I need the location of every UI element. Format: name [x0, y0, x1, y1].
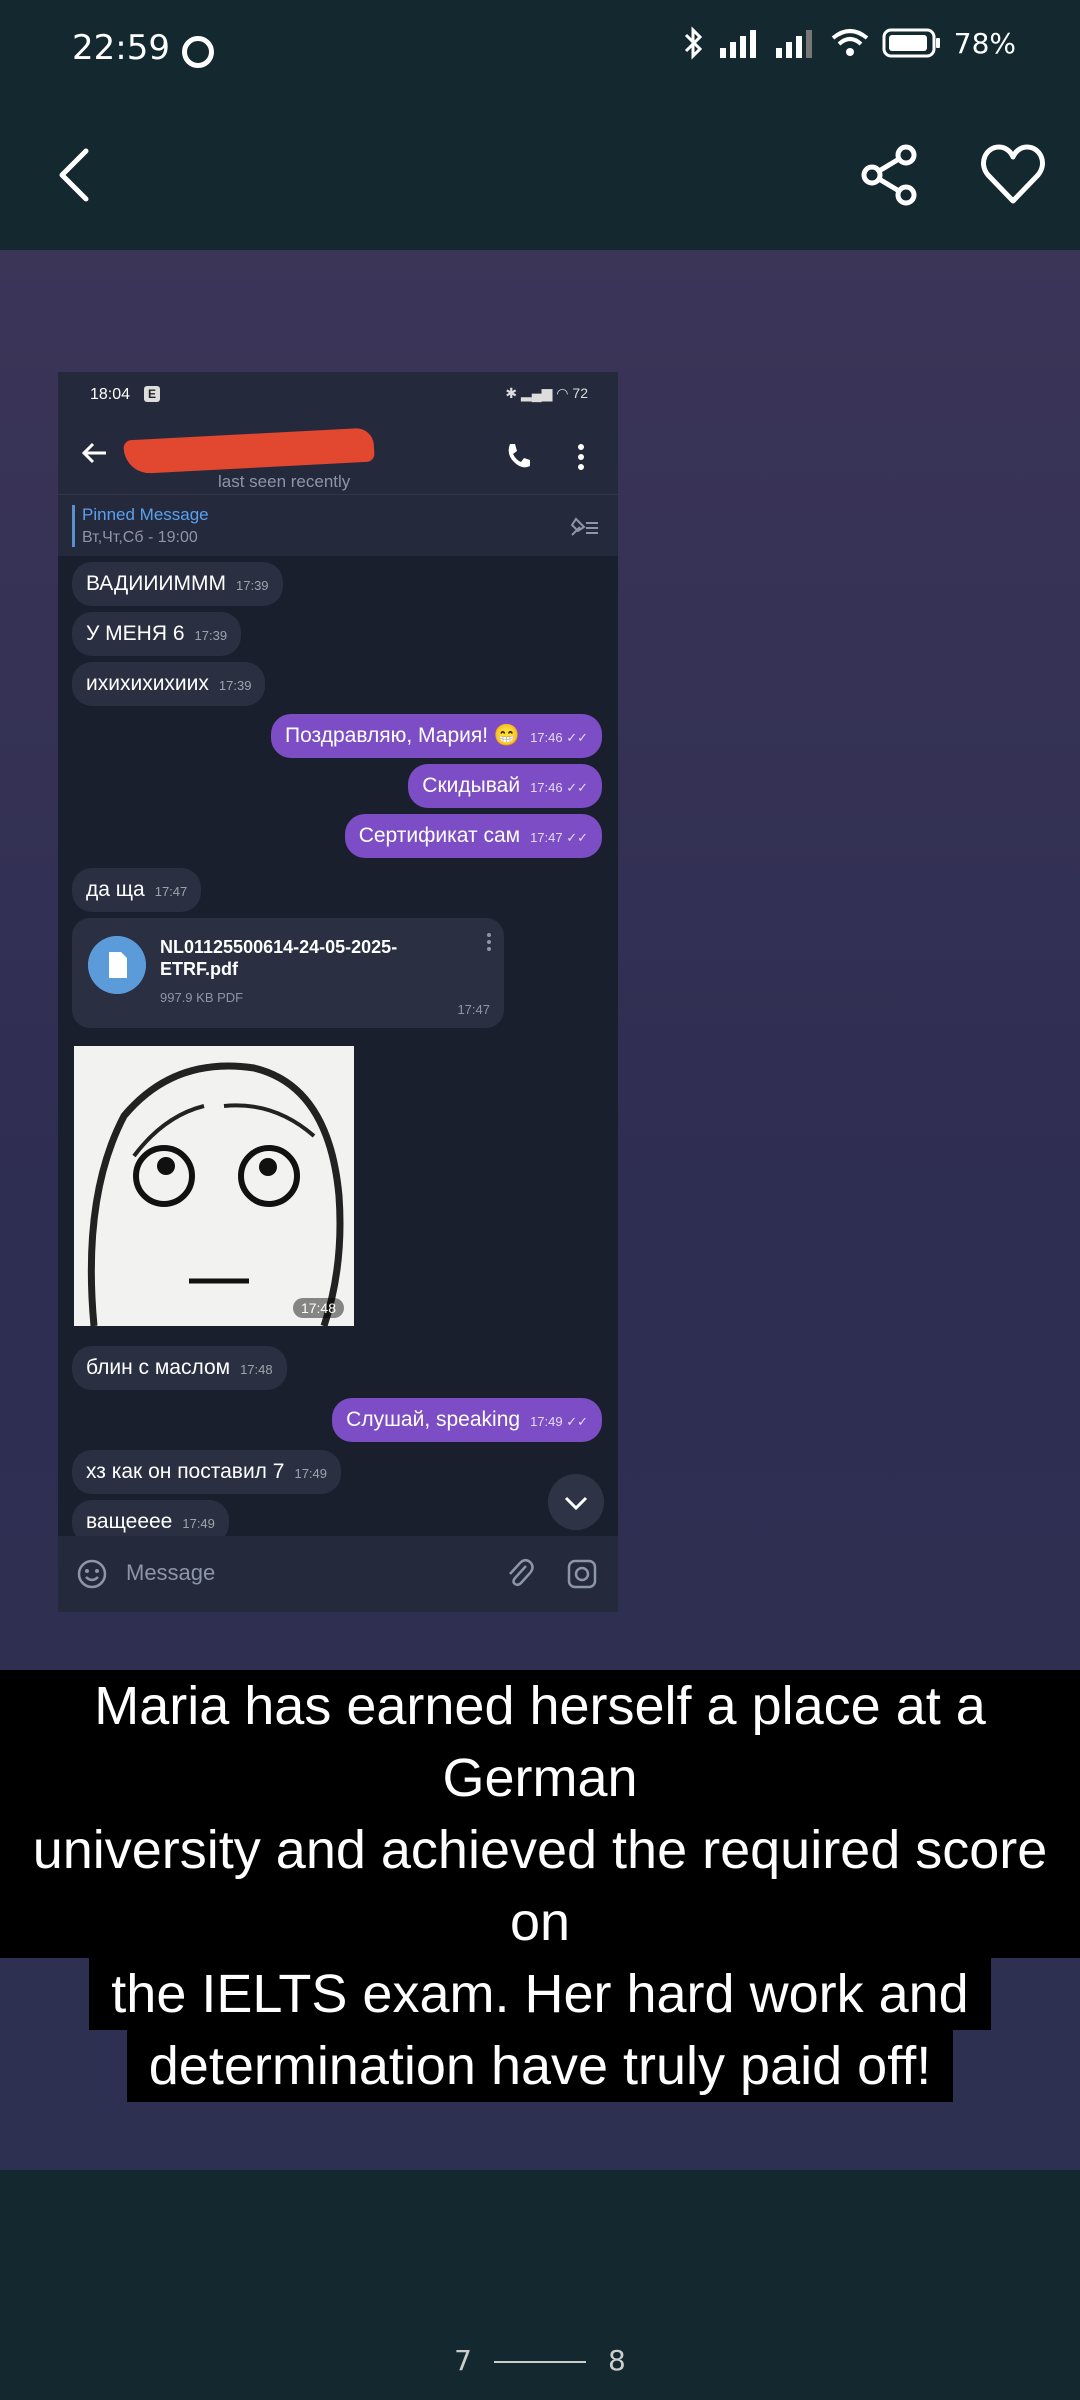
top-bar: [0, 100, 1080, 250]
message-text: ВАДИИИМММ: [86, 572, 226, 595]
chat-screenshot: 18:04 E ✱ ▂▄▆ ◠ 72 last seen recently Pi…: [58, 372, 618, 1612]
next-page: 8: [608, 2344, 626, 2377]
message-placeholder: Message: [126, 1560, 216, 1585]
message-bubble: ихихихихиих 17:39: [72, 662, 266, 706]
notification-dot-icon: [182, 36, 214, 68]
pinned-message: Pinned Message Вт,Чт,Сб - 19:00: [58, 494, 618, 557]
battery-percent: 78%: [953, 26, 1016, 60]
file-attachment: NL01125500614-24-05-2025-ETRF.pdf 997.9 …: [72, 918, 504, 1028]
pinned-title: Pinned Message: [82, 505, 209, 524]
message-time: 17:39: [194, 628, 228, 643]
status-time: 22:59: [72, 28, 170, 68]
camera-icon: [567, 1559, 597, 1589]
message-bubble: Слушай, speaking 17:49 ✓✓: [332, 1398, 602, 1442]
file-name: NL01125500614-24-05-2025-ETRF.pdf: [160, 937, 398, 979]
message-time: 17:49 ✓✓: [530, 1414, 588, 1429]
embedded-time: 18:04: [90, 386, 131, 403]
message-time: 17:39: [218, 678, 252, 693]
caption-line: university and achieved the required sco…: [0, 1814, 1080, 1958]
signal-2-icon: [775, 30, 812, 58]
chat-back-icon: [81, 442, 106, 464]
message-bubble: ВАДИИИМММ 17:39: [72, 562, 283, 606]
message-text: блин с маслом: [86, 1356, 231, 1379]
message-text: Слушай, speaking: [346, 1408, 521, 1431]
status-bar: 22:59 78%: [0, 0, 1080, 100]
message-time: 17:48: [240, 1362, 273, 1377]
wifi-icon: [831, 29, 869, 56]
notification-icon: E: [144, 386, 160, 402]
message-text: ихихихихиих: [86, 672, 209, 695]
message-bubble: У МЕНЯ 6 17:39: [72, 612, 242, 656]
story-caption: Maria has earned herself a place at a Ge…: [0, 1670, 1080, 2102]
last-seen-text: last seen recently: [218, 472, 351, 491]
message-bubble: хз как он поставил 7 17:49: [72, 1450, 342, 1494]
document-icon: [88, 936, 146, 994]
bottom-area: 78: [0, 2170, 1080, 2400]
signal-icon: [719, 30, 756, 58]
meme-image: 17:48: [74, 1046, 354, 1326]
message-bubble: да ща 17:47: [72, 868, 202, 912]
message-text: да ща: [86, 878, 145, 901]
embedded-status-icons: ✱ ▂▄▆ ◠ 72: [505, 385, 588, 401]
embedded-battery: 72: [572, 385, 588, 401]
message-time: 17:39: [236, 578, 269, 593]
message-text: Поздравляю, Мария! 😁: [285, 724, 521, 747]
caption-line: the IELTS exam. Her hard work and: [89, 1958, 991, 2030]
attach-icon: [509, 1559, 534, 1587]
message-time: 17:47 ✓✓: [530, 830, 588, 845]
image-time: 17:48: [292, 1298, 344, 1318]
bluetooth-icon: [684, 26, 702, 60]
message-bubble: Сертификат сам 17:47 ✓✓: [344, 814, 602, 858]
message-bubble: Поздравляю, Мария! 😁 17:46 ✓✓: [271, 714, 602, 758]
heart-icon[interactable]: [980, 143, 1046, 207]
file-time: 17:47: [457, 1002, 490, 1017]
file-menu-icon: [487, 933, 491, 951]
message-time: 17:49: [182, 1516, 215, 1531]
message-text: У МЕНЯ 6: [86, 622, 185, 645]
page-indicator: 78: [0, 2344, 1080, 2377]
message-text: ващееее: [86, 1510, 173, 1533]
message-text: Сертификат сам: [358, 824, 521, 847]
battery-icon: [882, 28, 940, 58]
back-icon[interactable]: [48, 145, 108, 205]
current-page: 7: [454, 2344, 472, 2377]
message-time: 17:47: [154, 884, 188, 899]
file-size: 997.9 KB PDF: [160, 990, 244, 1005]
message-time: 17:46 ✓✓: [530, 780, 588, 795]
pinned-subtitle: Вт,Чт,Сб - 19:00: [82, 529, 198, 546]
caption-line: determination have truly paid off!: [126, 2030, 954, 2102]
more-icon: [578, 444, 584, 470]
pin-list-icon: [570, 517, 598, 536]
phone-icon: [508, 444, 530, 468]
meme-face: [87, 1062, 344, 1326]
caption-line: Maria has earned herself a place at a Ge…: [0, 1670, 1080, 1814]
story-view[interactable]: 18:04 E ✱ ▂▄▆ ◠ 72 last seen recently Pi…: [0, 250, 1080, 2170]
message-list: ВАДИИИМММ 17:39 У МЕНЯ 6 17:39 ихихихихиих…: [58, 556, 618, 1544]
status-icons: 78%: [682, 26, 1016, 60]
scroll-down-icon: [548, 1474, 604, 1530]
message-text: хз как он поставил 7: [86, 1460, 285, 1483]
message-time: 17:46 ✓✓: [530, 730, 588, 745]
page-progress-line: [494, 2361, 586, 2363]
emoji-icon: [77, 1559, 107, 1589]
share-icon[interactable]: [858, 143, 922, 207]
embedded-status-bar: 18:04 E ✱ ▂▄▆ ◠ 72: [58, 372, 618, 414]
redacted-contact-name: [123, 427, 375, 475]
message-text: Скидывай: [422, 774, 521, 797]
message-time: 17:49: [294, 1466, 328, 1481]
pinned-bar: [72, 505, 75, 547]
message-bubble: Скидывай 17:46 ✓✓: [408, 764, 602, 808]
message-bubble: блин с маслом 17:48: [72, 1346, 287, 1390]
chat-header: last seen recently: [58, 414, 618, 494]
message-input-bar: Message: [58, 1536, 618, 1612]
